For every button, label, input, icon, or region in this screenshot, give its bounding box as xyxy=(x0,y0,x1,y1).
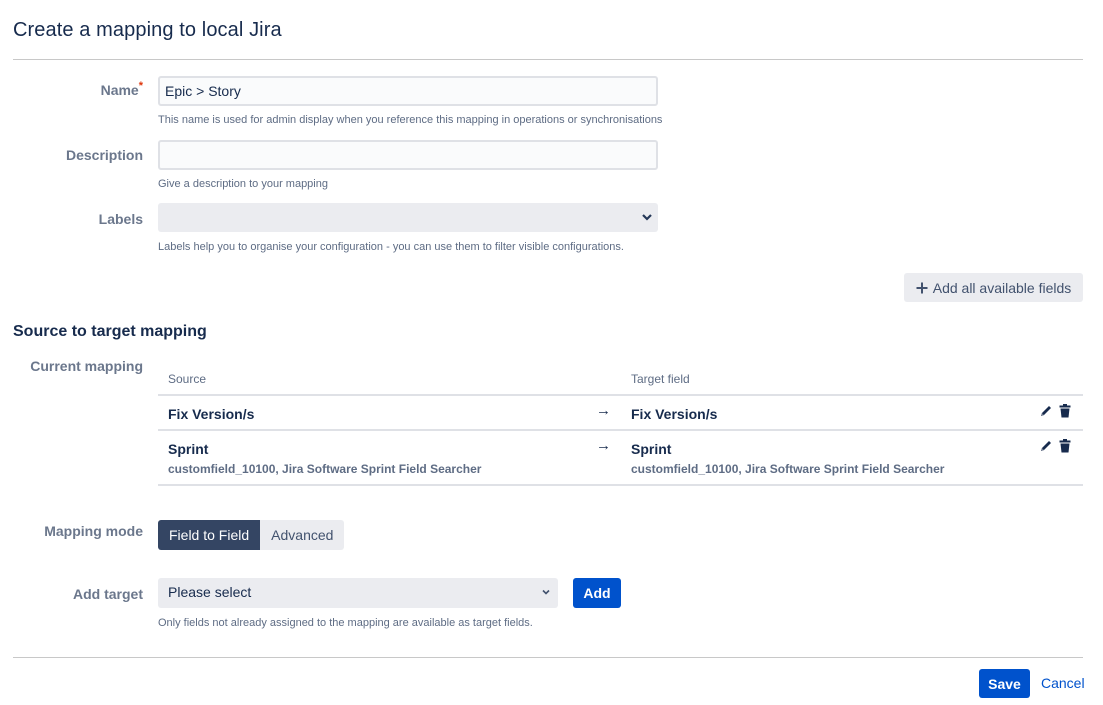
trash-icon[interactable] xyxy=(1059,404,1071,423)
labels-help: Labels help you to organise your configu… xyxy=(158,241,624,253)
column-target: Target field xyxy=(631,372,690,386)
mapping-mode-label: Mapping mode xyxy=(44,523,143,539)
cancel-link[interactable]: Cancel xyxy=(1041,675,1085,691)
section-title: Source to target mapping xyxy=(13,323,207,340)
source-field: Sprint xyxy=(168,441,209,457)
mode-advanced-button[interactable]: Advanced xyxy=(260,520,345,550)
pencil-icon[interactable] xyxy=(1039,404,1053,423)
target-field: Fix Version/s xyxy=(631,406,718,422)
mapping-table: Source Target field Fix Version/s → Fix … xyxy=(158,368,1083,486)
labels-label: Labels xyxy=(98,211,143,227)
target-field-detail: customfield_10100, Jira Software Sprint … xyxy=(631,462,945,476)
name-input[interactable] xyxy=(158,76,658,106)
add-target-select-value: Please select xyxy=(168,584,252,600)
row-actions xyxy=(1039,439,1071,458)
add-target-button[interactable]: Add xyxy=(573,578,621,608)
labels-select[interactable] xyxy=(158,203,658,232)
name-label: Name* xyxy=(0,80,143,98)
trash-icon[interactable] xyxy=(1059,439,1071,458)
row-actions xyxy=(1039,404,1071,423)
description-input[interactable] xyxy=(158,140,658,170)
mapping-mode-toggle: Field to Field Advanced xyxy=(158,520,345,550)
description-help: Give a description to your mapping xyxy=(158,178,328,190)
pencil-icon[interactable] xyxy=(1039,439,1053,458)
add-all-fields-button[interactable]: Add all available fields xyxy=(904,273,1083,302)
chevron-down-icon xyxy=(542,589,550,595)
add-target-select[interactable]: Please select xyxy=(158,578,558,608)
arrow-right-icon: → xyxy=(596,437,611,454)
add-target-label: Add target xyxy=(73,586,143,602)
target-field: Sprint xyxy=(631,441,672,457)
add-target-help: Only fields not already assigned to the … xyxy=(158,617,533,629)
name-help: This name is used for admin display when… xyxy=(158,114,663,126)
add-all-fields-label: Add all available fields xyxy=(932,279,1072,296)
table-header: Source Target field xyxy=(158,368,1083,396)
arrow-right-icon: → xyxy=(596,402,611,419)
description-label: Description xyxy=(65,147,143,163)
column-source: Source xyxy=(168,372,207,386)
name-label-text: Name xyxy=(100,82,139,98)
current-mapping-label: Current mapping xyxy=(30,358,143,374)
mode-field-to-field-button[interactable]: Field to Field xyxy=(158,520,261,550)
chevron-down-icon xyxy=(642,213,652,221)
table-row: Fix Version/s → Fix Version/s xyxy=(158,396,1083,431)
table-row: Sprint customfield_10100, Jira Software … xyxy=(158,431,1083,486)
header-divider xyxy=(13,59,1083,60)
required-marker: * xyxy=(138,80,143,92)
page-title: Create a mapping to local Jira xyxy=(13,19,282,41)
source-field: Fix Version/s xyxy=(168,406,255,422)
footer-divider xyxy=(13,657,1083,658)
save-button[interactable]: Save xyxy=(979,669,1030,698)
plus-icon xyxy=(916,279,928,297)
source-field-detail: customfield_10100, Jira Software Sprint … xyxy=(168,462,482,476)
